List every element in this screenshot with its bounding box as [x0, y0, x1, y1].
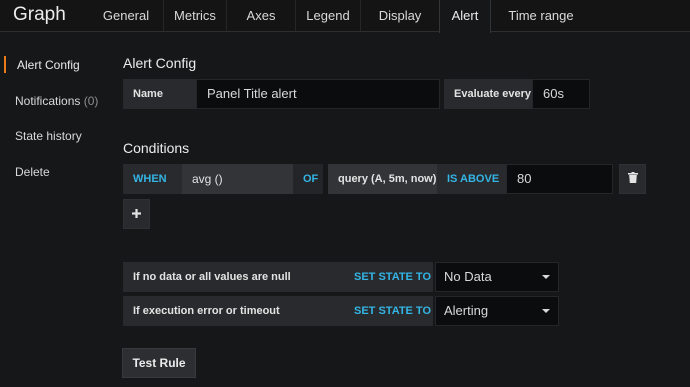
tab-display[interactable]: Display — [360, 0, 439, 31]
tab-alert[interactable]: Alert — [439, 0, 491, 33]
sidebar-item-alert-config[interactable]: Alert Config — [17, 58, 80, 72]
tab-legend[interactable]: Legend — [295, 0, 360, 31]
sidebar-item-notifications[interactable]: Notifications (0) — [15, 94, 98, 108]
sidebar-item-delete[interactable]: Delete — [15, 165, 50, 179]
tab-general[interactable]: General — [89, 0, 163, 31]
notifications-count: (0) — [83, 94, 99, 108]
test-rule-button[interactable]: Test Rule — [122, 348, 196, 378]
no-data-state-select[interactable]: No Data — [435, 262, 559, 292]
chevron-down-icon — [542, 275, 550, 279]
evaluate-every-input[interactable]: 60s — [532, 79, 590, 109]
query-select[interactable]: query (A, 5m, now) — [328, 164, 437, 194]
exec-error-state-select[interactable]: Alerting — [435, 296, 559, 326]
tab-metrics[interactable]: Metrics — [163, 0, 226, 31]
chevron-down-icon — [542, 309, 550, 313]
alert-name-input[interactable]: Panel Title alert — [196, 79, 440, 109]
of-keyword: OF — [293, 164, 323, 194]
tab-time-range[interactable]: Time range — [491, 0, 591, 31]
evaluator-select[interactable]: IS ABOVE — [437, 164, 506, 194]
threshold-input[interactable]: 80 — [506, 164, 613, 194]
sidebar-item-label: Notifications — [15, 94, 81, 108]
tab-axes[interactable]: Axes — [226, 0, 295, 31]
active-item-marker — [4, 56, 6, 73]
no-data-state-value: No Data — [444, 269, 492, 284]
remove-condition-button[interactable] — [619, 164, 646, 194]
add-condition-button[interactable] — [123, 199, 150, 229]
panel-type-title: Graph — [13, 4, 66, 25]
trash-icon — [627, 170, 638, 188]
exec-error-state-value: Alerting — [444, 303, 489, 318]
evaluate-every-label: Evaluate every — [444, 79, 532, 109]
exec-error-label: If execution error or timeout — [123, 296, 345, 326]
when-keyword: WHEN — [123, 164, 182, 194]
exec-error-set-state-keyword: SET STATE TO — [345, 296, 433, 326]
no-data-label: If no data or all values are null — [123, 262, 345, 292]
sidebar-item-state-history[interactable]: State history — [15, 129, 82, 143]
no-data-set-state-keyword: SET STATE TO — [345, 262, 433, 292]
panel-editor-tabbar: Graph General Metrics Axes Legend Displa… — [0, 0, 690, 33]
reducer-select[interactable]: avg () — [182, 164, 293, 194]
name-label: Name — [123, 79, 196, 109]
conditions-heading: Conditions — [123, 140, 190, 156]
plus-icon — [132, 205, 141, 223]
alert-config-heading: Alert Config — [123, 55, 197, 71]
